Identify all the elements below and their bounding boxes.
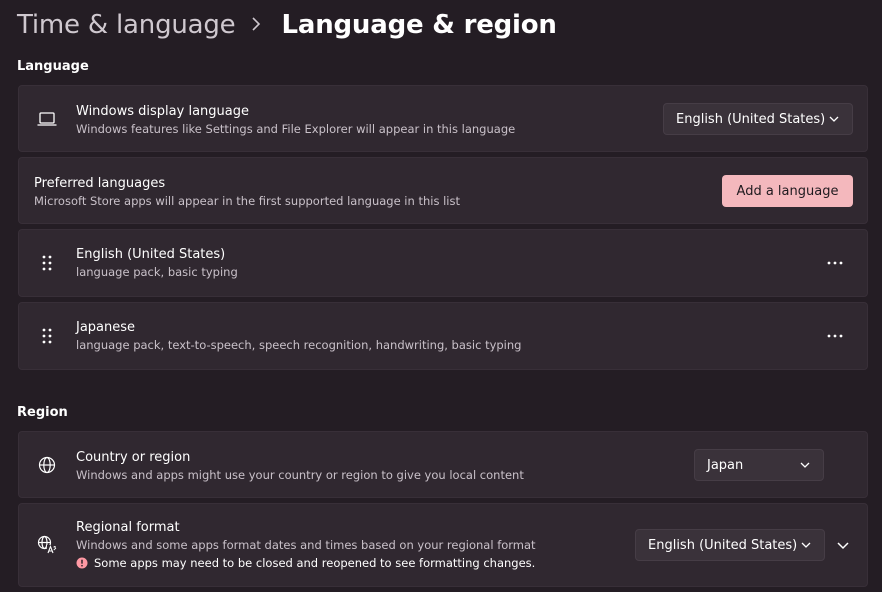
language-features: language pack, text-to-speech, speech re… xyxy=(76,338,522,352)
expand-chevron-icon[interactable] xyxy=(833,535,853,555)
add-language-button[interactable]: Add a language xyxy=(722,175,853,207)
language-name: Japanese xyxy=(76,320,136,335)
regional-format-title: Regional format xyxy=(76,520,180,535)
warning-row: Some apps may need to be closed and reop… xyxy=(76,556,536,570)
country-region-subtitle: Windows and apps might use your country … xyxy=(76,468,524,482)
more-options-icon[interactable] xyxy=(823,251,847,275)
language-item[interactable]: Japanese language pack, text-to-speech, … xyxy=(18,302,868,370)
language-features: language pack, basic typing xyxy=(76,265,238,279)
country-region-value: Japan xyxy=(707,457,744,473)
preferred-languages-subtitle: Microsoft Store apps will appear in the … xyxy=(34,194,460,208)
language-item[interactable]: English (United States) language pack, b… xyxy=(18,229,868,297)
regional-format-card[interactable]: Regional format Windows and some apps fo… xyxy=(18,503,868,587)
display-language-subtitle: Windows features like Settings and File … xyxy=(76,122,516,136)
page-title: Language & region xyxy=(281,10,557,40)
breadcrumb: Time & language Language & region xyxy=(17,6,557,44)
display-language-title: Windows display language xyxy=(76,104,249,119)
section-title-region: Region xyxy=(17,405,68,420)
country-region-card: Country or region Windows and apps might… xyxy=(18,431,868,498)
display-language-card: Windows display language Windows feature… xyxy=(18,85,868,152)
preferred-languages-title: Preferred languages xyxy=(34,176,166,191)
regional-format-icon xyxy=(37,535,57,555)
display-language-dropdown[interactable]: English (United States) xyxy=(663,103,853,135)
error-icon xyxy=(76,557,88,569)
breadcrumb-parent[interactable]: Time & language xyxy=(17,10,236,40)
chevron-down-icon xyxy=(800,462,810,468)
language-name: English (United States) xyxy=(76,247,226,262)
regional-format-dropdown[interactable]: English (United States) xyxy=(635,529,825,561)
preferred-languages-card: Preferred languages Microsoft Store apps… xyxy=(18,157,868,224)
warning-text: Some apps may need to be closed and reop… xyxy=(94,556,536,570)
globe-icon xyxy=(37,455,57,475)
chevron-right-icon xyxy=(251,15,261,36)
more-options-icon[interactable] xyxy=(823,324,847,348)
chevron-down-icon xyxy=(801,542,811,548)
chevron-down-icon xyxy=(829,116,839,122)
drag-handle-icon[interactable] xyxy=(37,326,57,346)
country-region-dropdown[interactable]: Japan xyxy=(694,449,824,481)
regional-format-value: English (United States) xyxy=(648,537,798,553)
laptop-icon xyxy=(37,109,57,129)
regional-format-subtitle: Windows and some apps format dates and t… xyxy=(76,538,536,552)
section-title-language: Language xyxy=(17,59,89,74)
drag-handle-icon[interactable] xyxy=(37,253,57,273)
display-language-value: English (United States) xyxy=(676,111,826,127)
country-region-title: Country or region xyxy=(76,450,191,465)
